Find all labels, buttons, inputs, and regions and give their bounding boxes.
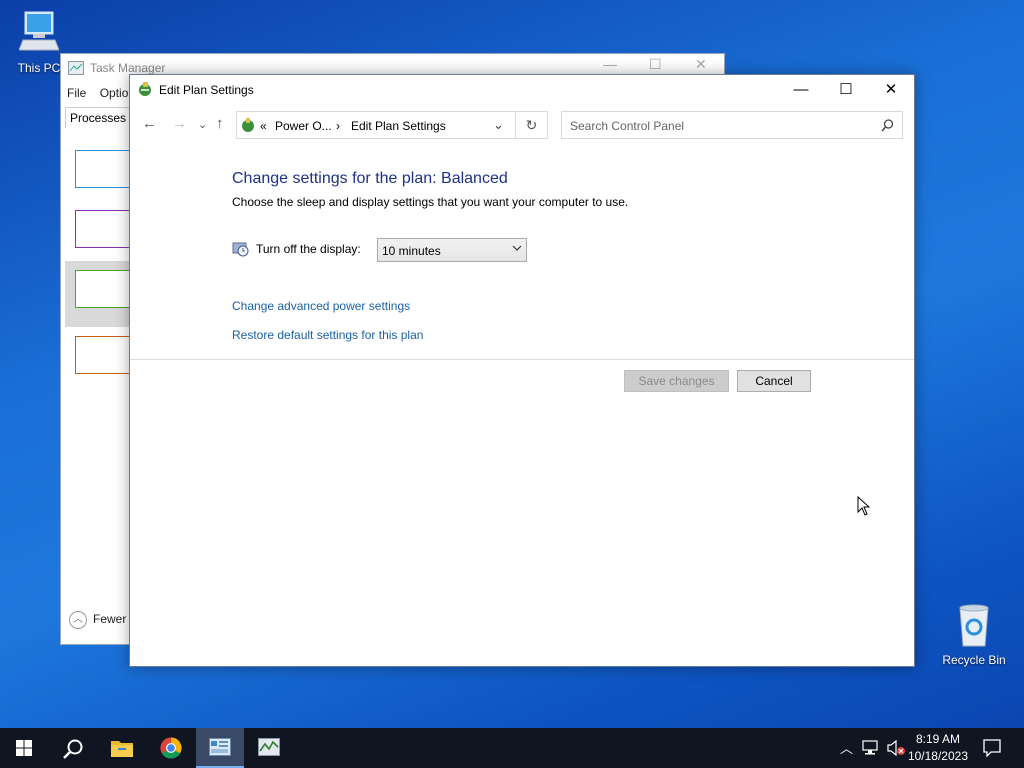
chrome-icon — [160, 737, 182, 759]
desktop-icon-recycle-bin[interactable]: Recycle Bin — [938, 602, 1010, 667]
cpu-graph[interactable] — [75, 150, 135, 188]
control-panel-location-icon — [240, 117, 256, 136]
file-explorer-icon — [111, 741, 133, 757]
fewer-details-button[interactable]: ︿ Fewer — [69, 611, 126, 629]
start-button[interactable] — [0, 728, 48, 768]
taskbar-file-explorer[interactable] — [98, 728, 146, 768]
search-icon[interactable] — [881, 119, 894, 135]
menu-options[interactable]: Optio — [100, 86, 129, 100]
page-heading: Change settings for the plan: Balanced — [232, 170, 508, 187]
taskbar-search-button[interactable] — [48, 728, 96, 768]
breadcrumb-edit-plan-settings[interactable]: Edit Plan Settings — [351, 119, 446, 133]
mouse-cursor-icon — [857, 496, 871, 516]
turn-off-display-label: Turn off the display: — [256, 242, 361, 256]
taskbar-control-panel[interactable] — [196, 728, 244, 768]
refresh-button[interactable]: ↻ — [515, 111, 548, 139]
recent-locations-chevron-icon[interactable]: ⌄ — [198, 118, 207, 131]
clock-time: 8:19 AM — [915, 732, 960, 746]
address-bar[interactable]: « Power O... › Edit Plan Settings ⌄ — [236, 111, 516, 139]
taskbar: ︿ 8:19 AM 10/18/2023 — [0, 728, 1024, 768]
minimize-button[interactable]: — — [778, 75, 824, 105]
search-placeholder: Search Control Panel — [570, 119, 685, 133]
search-icon — [63, 739, 83, 759]
edit-plan-settings-window[interactable]: Edit Plan Settings — ☐ ✕ ← → ⌄ ↑ « Power… — [129, 74, 915, 667]
up-arrow-icon[interactable]: ↑ — [216, 115, 224, 132]
close-button[interactable]: ✕ — [868, 75, 914, 105]
chevron-up-icon: ︿ — [69, 611, 87, 629]
fewer-details-label: Fewer — [93, 612, 127, 627]
show-hidden-icons-chevron-icon[interactable]: ︿ — [840, 738, 853, 757]
clock-date: 10/18/2023 — [907, 749, 968, 763]
computer-icon — [3, 10, 75, 59]
volume-muted-icon[interactable] — [886, 740, 906, 756]
task-manager-icon — [258, 738, 280, 756]
page-description: Choose the sleep and display settings th… — [232, 195, 629, 209]
close-icon[interactable]: ✕ — [695, 56, 707, 73]
menu-file[interactable]: File — [67, 86, 86, 100]
power-options-icon — [137, 81, 154, 101]
memory-graph[interactable] — [75, 210, 135, 248]
recycle-bin-icon — [938, 602, 1010, 651]
breadcrumb-overflow[interactable]: « — [260, 119, 267, 133]
taskbar-chrome[interactable] — [147, 728, 195, 768]
save-changes-button[interactable]: Save changes — [624, 370, 729, 392]
restore-default-settings-link[interactable]: Restore default settings for this plan — [232, 328, 423, 342]
desktop-icon-label: This PC — [17, 61, 61, 75]
network-icon[interactable] — [862, 740, 880, 756]
address-dropdown-icon[interactable]: ⌄ — [493, 117, 504, 133]
minimize-icon[interactable]: — — [603, 56, 617, 72]
maximize-icon[interactable]: ☐ — [649, 56, 662, 73]
cancel-button[interactable]: Cancel — [737, 370, 811, 392]
task-manager-menu: File Optio — [67, 86, 138, 100]
chevron-down-icon — [512, 245, 522, 251]
refresh-icon: ↻ — [525, 117, 538, 133]
search-box[interactable]: Search Control Panel — [561, 111, 903, 139]
ethernet-graph[interactable] — [75, 336, 135, 374]
title-bar[interactable]: Edit Plan Settings — ☐ ✕ — [130, 75, 914, 105]
breadcrumb-separator-icon: › — [336, 119, 340, 133]
maximize-button[interactable]: ☐ — [823, 75, 869, 105]
forward-arrow-icon[interactable]: → — [172, 115, 187, 132]
start-icon — [16, 740, 32, 756]
taskbar-task-manager[interactable] — [245, 728, 293, 768]
change-advanced-power-settings-link[interactable]: Change advanced power settings — [232, 299, 410, 313]
breadcrumb-power-options[interactable]: Power O... — [275, 119, 332, 133]
back-arrow-icon[interactable]: ← — [142, 115, 157, 132]
taskbar-clock[interactable]: 8:19 AM 10/18/2023 — [908, 731, 968, 765]
desktop-icon-label: Recycle Bin — [942, 653, 1006, 667]
disk-graph[interactable] — [75, 270, 135, 308]
notifications-icon[interactable] — [983, 739, 1001, 757]
display-monitor-clock-icon — [232, 241, 249, 260]
turn-off-display-select[interactable]: 10 minutes — [377, 238, 527, 262]
task-manager-icon — [68, 61, 84, 78]
window-title: Edit Plan Settings — [159, 83, 254, 97]
tab-processes[interactable]: Processes — [65, 107, 132, 128]
control-panel-icon — [209, 738, 231, 756]
turn-off-display-value: 10 minutes — [382, 244, 441, 258]
divider — [130, 359, 914, 360]
